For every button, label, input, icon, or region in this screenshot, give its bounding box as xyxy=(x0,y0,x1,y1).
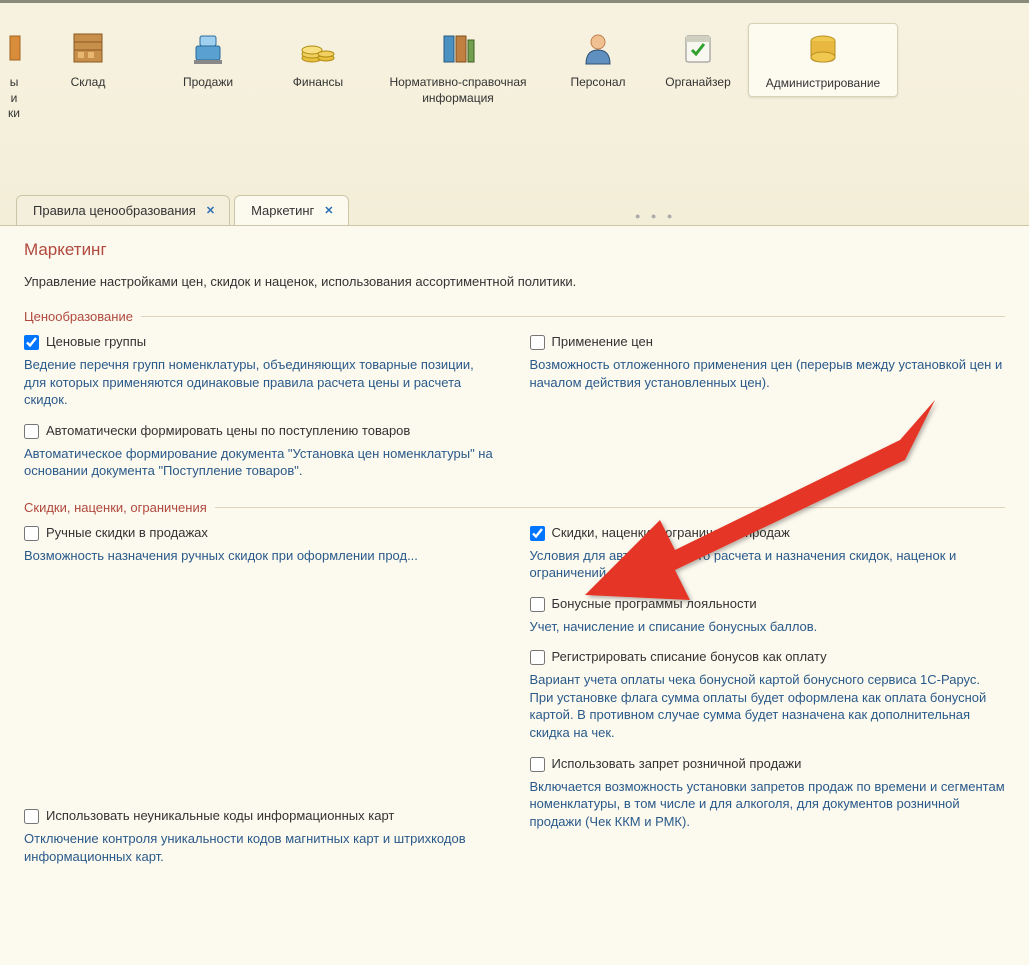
option-description: Вариант учета оплаты чека бонусной карто… xyxy=(530,671,1006,741)
toolbar-item-finance[interactable]: Финансы xyxy=(268,23,368,95)
option-checkbox[interactable] xyxy=(530,526,545,541)
option-row[interactable]: Ручные скидки в продажах xyxy=(24,525,500,541)
tab-label: Маркетинг xyxy=(251,203,314,218)
organizer-icon xyxy=(654,27,742,69)
page-title: Маркетинг xyxy=(24,240,1005,260)
content-panel: Маркетинг Управление настройками цен, ск… xyxy=(0,225,1029,965)
option: Бонусные программы лояльности Учет, начис… xyxy=(530,596,1006,636)
goods-icon xyxy=(6,27,22,69)
option-checkbox[interactable] xyxy=(24,424,39,439)
option-checkbox[interactable] xyxy=(530,335,545,350)
toolbar-item-organizer[interactable]: Органайзер xyxy=(648,23,748,95)
admin-icon xyxy=(755,28,891,70)
section-header-discounts: Скидки, наценки, ограничения xyxy=(24,500,1005,515)
toolbar-label: Склад xyxy=(34,75,142,91)
toolbar-label: Персонал xyxy=(554,75,642,91)
toolbar-item-warehouse[interactable]: Склад xyxy=(28,23,148,95)
option: Применение цен Возможность отложенного пр… xyxy=(530,334,1006,391)
toolbar-label: Органайзер xyxy=(654,75,742,91)
toolbar-label: ы и ки xyxy=(6,75,22,122)
toolbar-label: Продажи xyxy=(154,75,262,91)
close-icon[interactable]: ✕ xyxy=(206,204,215,217)
option-row[interactable]: Использовать запрет розничной продажи xyxy=(530,756,1006,772)
tabs-row: Правила ценообразования ✕ Маркетинг ✕ xyxy=(16,195,353,225)
option-description: Автоматическое формирование документа "У… xyxy=(24,445,500,480)
section-header-pricing: Ценообразование xyxy=(24,309,1005,324)
toolbar-item-reference[interactable]: Нормативно-справочная информация xyxy=(368,23,548,110)
sales-icon xyxy=(154,27,262,69)
option-description: Условия для автоматического расчета и на… xyxy=(530,547,1006,582)
option: Использовать запрет розничной продажи Вкл… xyxy=(530,756,1006,831)
option: Регистрировать списание бонусов как опла… xyxy=(530,649,1006,741)
option-label: Бонусные программы лояльности xyxy=(552,596,757,611)
option-label: Регистрировать списание бонусов как опла… xyxy=(552,649,827,664)
page-subtitle: Управление настройками цен, скидок и нац… xyxy=(24,274,1005,289)
close-icon[interactable]: ✕ xyxy=(324,204,333,217)
warehouse-icon xyxy=(34,27,142,69)
option-label: Скидки, наценки и ограничения продаж xyxy=(552,525,790,540)
option-description: Возможность назначения ручных скидок при… xyxy=(24,547,500,565)
option-description: Возможность отложенного применения цен (… xyxy=(530,356,1006,391)
option: Скидки, наценки и ограничения продаж Усло… xyxy=(530,525,1006,582)
option-checkbox[interactable] xyxy=(530,597,545,612)
toolbar-item-goods[interactable]: ы и ки xyxy=(0,23,28,126)
option-checkbox[interactable] xyxy=(24,809,39,824)
option-checkbox[interactable] xyxy=(24,526,39,541)
resize-dots: ● ● ● xyxy=(635,211,676,221)
option: Ценовые группы Ведение перечня групп номе… xyxy=(24,334,500,409)
option: Использовать неуникальные коды информаци… xyxy=(24,808,500,865)
tab[interactable]: Правила ценообразования ✕ xyxy=(16,195,230,225)
option-description: Ведение перечня групп номенклатуры, объе… xyxy=(24,356,500,409)
personnel-icon xyxy=(554,27,642,69)
option-label: Применение цен xyxy=(552,334,653,349)
option-label: Автоматически формировать цены по поступ… xyxy=(46,423,410,438)
option-row[interactable]: Бонусные программы лояльности xyxy=(530,596,1006,612)
top-area: ы и ки Склад Продажи Финансы Нормативно-спра… xyxy=(0,0,1029,225)
tab-label: Правила ценообразования xyxy=(33,203,196,218)
reference-icon xyxy=(374,27,542,69)
toolbar-label: Финансы xyxy=(274,75,362,91)
option-label: Ручные скидки в продажах xyxy=(46,525,208,540)
option: Ручные скидки в продажах Возможность назн… xyxy=(24,525,500,565)
main-toolbar: ы и ки Склад Продажи Финансы Нормативно-спра… xyxy=(0,3,1029,126)
option-row[interactable]: Автоматически формировать цены по поступ… xyxy=(24,423,500,439)
option-row[interactable]: Регистрировать списание бонусов как опла… xyxy=(530,649,1006,665)
option-description: Отключение контроля уникальности кодов м… xyxy=(24,830,500,865)
option-checkbox[interactable] xyxy=(24,335,39,350)
option-row[interactable]: Применение цен xyxy=(530,334,1006,350)
option-label: Использовать запрет розничной продажи xyxy=(552,756,802,771)
option-label: Ценовые группы xyxy=(46,334,146,349)
tab[interactable]: Маркетинг ✕ xyxy=(234,195,348,225)
option-row[interactable]: Использовать неуникальные коды информаци… xyxy=(24,808,500,824)
toolbar-item-admin[interactable]: Администрирование xyxy=(748,23,898,97)
option-row[interactable]: Скидки, наценки и ограничения продаж xyxy=(530,525,1006,541)
toolbar-label: Нормативно-справочная информация xyxy=(374,75,542,106)
option-row[interactable]: Ценовые группы xyxy=(24,334,500,350)
option-label: Использовать неуникальные коды информаци… xyxy=(46,808,394,823)
finance-icon xyxy=(274,27,362,69)
option-checkbox[interactable] xyxy=(530,757,545,772)
toolbar-item-personnel[interactable]: Персонал xyxy=(548,23,648,95)
toolbar-label: Администрирование xyxy=(755,76,891,92)
option-description: Учет, начисление и списание бонусных бал… xyxy=(530,618,1006,636)
toolbar-item-sales[interactable]: Продажи xyxy=(148,23,268,95)
option-checkbox[interactable] xyxy=(530,650,545,665)
option-description: Включается возможность установки запрето… xyxy=(530,778,1006,831)
option: Автоматически формировать цены по поступ… xyxy=(24,423,500,480)
